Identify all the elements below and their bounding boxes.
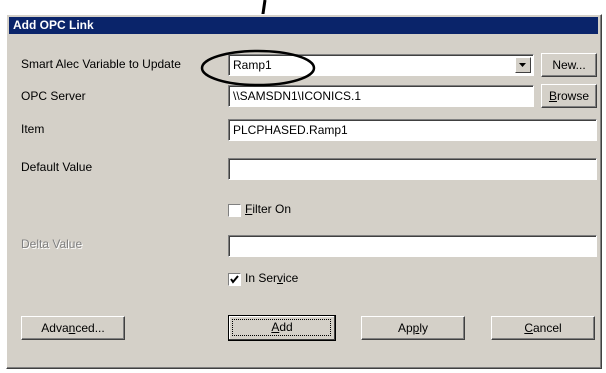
- opc-server-field[interactable]: \\SAMSDN1\ICONICS.1: [228, 85, 534, 107]
- new-button[interactable]: New...: [541, 53, 597, 77]
- variable-label: Smart Alec Variable to Update: [21, 57, 181, 71]
- variable-dropdown-value: Ramp1: [233, 58, 272, 72]
- checkmark-icon: [230, 275, 239, 284]
- apply-button[interactable]: Apply: [361, 316, 465, 340]
- opc-server-label: OPC Server: [21, 89, 86, 103]
- dropdown-arrow-button[interactable]: [515, 57, 531, 73]
- add-opc-link-dialog: Add OPC Link Smart Alec Variable to Upda…: [6, 14, 602, 369]
- filter-on-label[interactable]: Filter On: [245, 202, 291, 216]
- advanced-button[interactable]: Advanced...: [21, 316, 125, 340]
- in-service-checkbox[interactable]: [228, 273, 241, 286]
- cancel-button[interactable]: Cancel: [491, 316, 595, 340]
- item-label: Item: [21, 122, 45, 136]
- filter-on-checkbox[interactable]: [228, 204, 241, 217]
- chevron-down-icon: [519, 63, 526, 67]
- dialog-title: Add OPC Link: [9, 17, 598, 34]
- in-service-label[interactable]: In Service: [245, 271, 298, 285]
- delta-value-label: Delta Value: [21, 237, 83, 251]
- default-value-label: Default Value: [21, 160, 93, 174]
- delta-value-field[interactable]: [228, 235, 597, 257]
- item-field[interactable]: PLCPHASED.Ramp1: [228, 119, 597, 141]
- default-value-field[interactable]: [228, 158, 597, 180]
- add-button[interactable]: Add: [228, 315, 336, 341]
- browse-button[interactable]: Browse: [541, 84, 597, 108]
- variable-dropdown[interactable]: Ramp1: [228, 54, 534, 76]
